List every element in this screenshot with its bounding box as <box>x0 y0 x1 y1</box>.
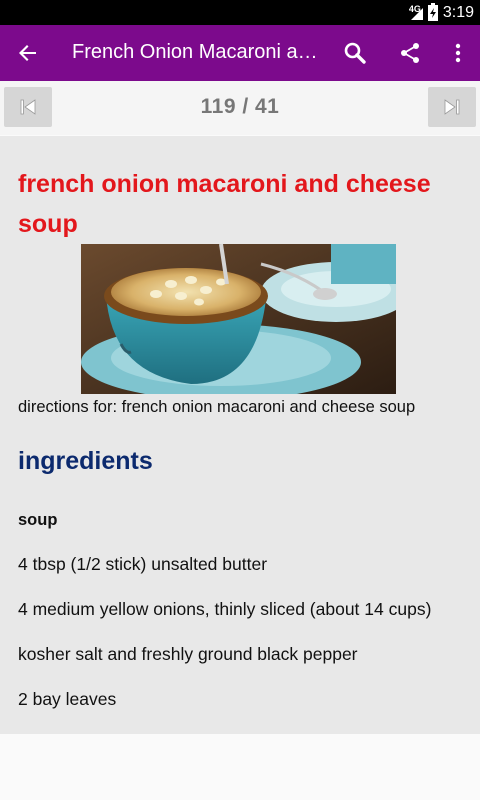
search-button[interactable] <box>337 35 373 71</box>
ingredients-heading: ingredients <box>18 447 153 475</box>
back-button[interactable] <box>10 35 46 71</box>
signal-icon: 4G <box>409 4 423 21</box>
pager-bar: 119 / 41 <box>0 81 480 135</box>
app-title: French Onion Macaroni and Cheese Soup <box>72 41 322 63</box>
ingredient-item: kosher salt and freshly ground black pep… <box>18 644 358 664</box>
recipe-content: french onion macaroni and cheese soup di… <box>0 136 480 734</box>
app-bar: French Onion Macaroni and Cheese Soup <box>0 25 480 81</box>
clock: 3:19 <box>442 3 474 21</box>
status-bar: 4G 3:19 <box>0 0 480 25</box>
share-button[interactable] <box>392 35 428 71</box>
ingredient-item: 4 medium yellow onions, thinly sliced (a… <box>18 599 432 619</box>
next-button[interactable] <box>428 87 476 127</box>
ingredients-subsection: soup <box>18 511 58 529</box>
status-icons: 4G 3:19 <box>409 0 474 25</box>
bottom-area <box>0 734 480 800</box>
share-icon <box>401 43 419 63</box>
page-counter: 119 / 41 <box>200 95 280 118</box>
more-vert-icon <box>455 43 461 63</box>
arrow-back-icon <box>19 45 36 61</box>
skip-previous-icon <box>20 99 36 115</box>
recipe-directions: directions for: french onion macaroni an… <box>18 398 416 416</box>
ingredient-item: 4 tbsp (1/2 stick) unsalted butter <box>18 554 268 574</box>
ingredient-item: 2 bay leaves <box>18 689 117 709</box>
previous-button[interactable] <box>4 87 52 127</box>
skip-next-icon <box>444 99 460 115</box>
more-options-button[interactable] <box>440 35 476 71</box>
battery-icon <box>427 2 438 21</box>
recipe-photo <box>81 244 396 394</box>
search-icon <box>344 42 366 64</box>
recipe-title: french onion macaroni and cheese soup <box>18 170 431 238</box>
